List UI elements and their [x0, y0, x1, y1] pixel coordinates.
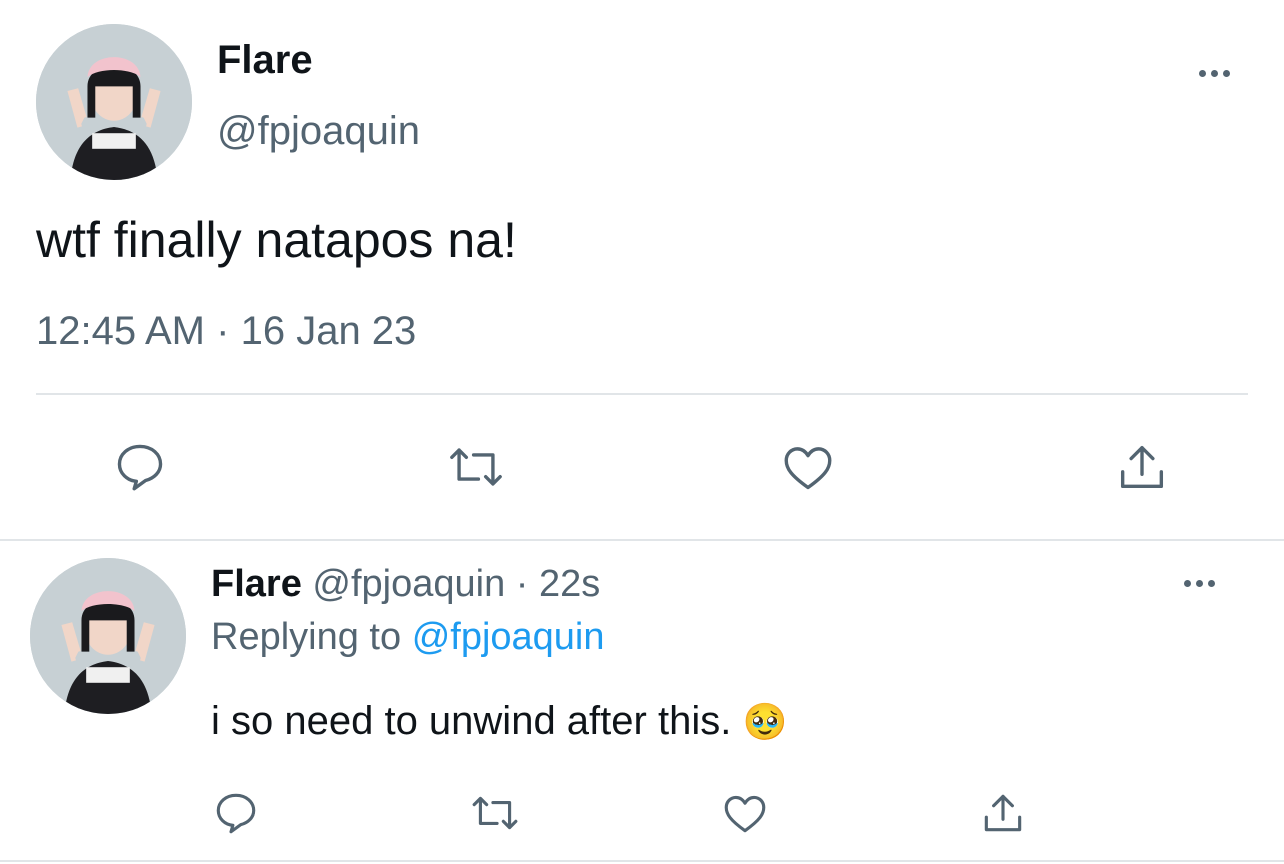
tweet-timestamp: 12:45 AM · 16 Jan 23: [36, 309, 416, 354]
replying-to-label: Replying to: [211, 616, 402, 658]
divider: [0, 860, 1284, 862]
tweet-date: 16 Jan 23: [240, 309, 417, 353]
retweet-icon: [472, 796, 518, 830]
reply-icon: [216, 793, 256, 834]
like-button[interactable]: [776, 435, 840, 499]
display-name[interactable]: Flare: [211, 563, 302, 605]
separator-dot: ·: [515, 563, 529, 605]
like-button[interactable]: [717, 785, 773, 841]
user-handle[interactable]: @fpjoaquin: [312, 563, 505, 605]
tweet-age: 22s: [539, 563, 601, 605]
separator-dot: ·: [216, 309, 230, 353]
reply-button[interactable]: [208, 785, 264, 841]
share-icon: [1120, 445, 1164, 489]
replying-to: Replying to @fpjoaquin: [211, 616, 605, 659]
replying-to-handle-link[interactable]: @fpjoaquin: [412, 616, 605, 658]
reply-icon: [117, 444, 163, 491]
share-button[interactable]: [1110, 435, 1174, 499]
reply-text-body: i so need to unwind after this.: [211, 699, 732, 743]
pleading-face-icon: 🥹: [742, 701, 788, 742]
display-name[interactable]: Flare: [217, 38, 313, 83]
retweet-icon: [450, 448, 502, 486]
more-options-icon[interactable]: [1184, 580, 1215, 587]
avatar[interactable]: [30, 558, 186, 714]
divider: [0, 539, 1284, 541]
tweet-text: wtf finally natapos na!: [36, 212, 517, 268]
retweet-button[interactable]: [441, 435, 511, 499]
share-button[interactable]: [975, 785, 1031, 841]
reply-header: Flare @fpjoaquin · 22s: [211, 563, 600, 606]
reply-text: i so need to unwind after this. 🥹: [211, 699, 787, 744]
tweet-time: 12:45 AM: [36, 309, 206, 353]
share-icon: [984, 794, 1022, 832]
like-icon: [724, 795, 766, 833]
retweet-button[interactable]: [464, 785, 526, 841]
avatar[interactable]: [36, 24, 192, 180]
divider: [36, 393, 1248, 395]
more-options-icon[interactable]: [1199, 70, 1230, 77]
like-icon: [784, 447, 832, 490]
avatar-photo-icon: [36, 24, 192, 180]
avatar-photo-icon: [30, 558, 186, 714]
reply-button[interactable]: [108, 435, 172, 499]
user-handle[interactable]: @fpjoaquin: [217, 109, 420, 154]
